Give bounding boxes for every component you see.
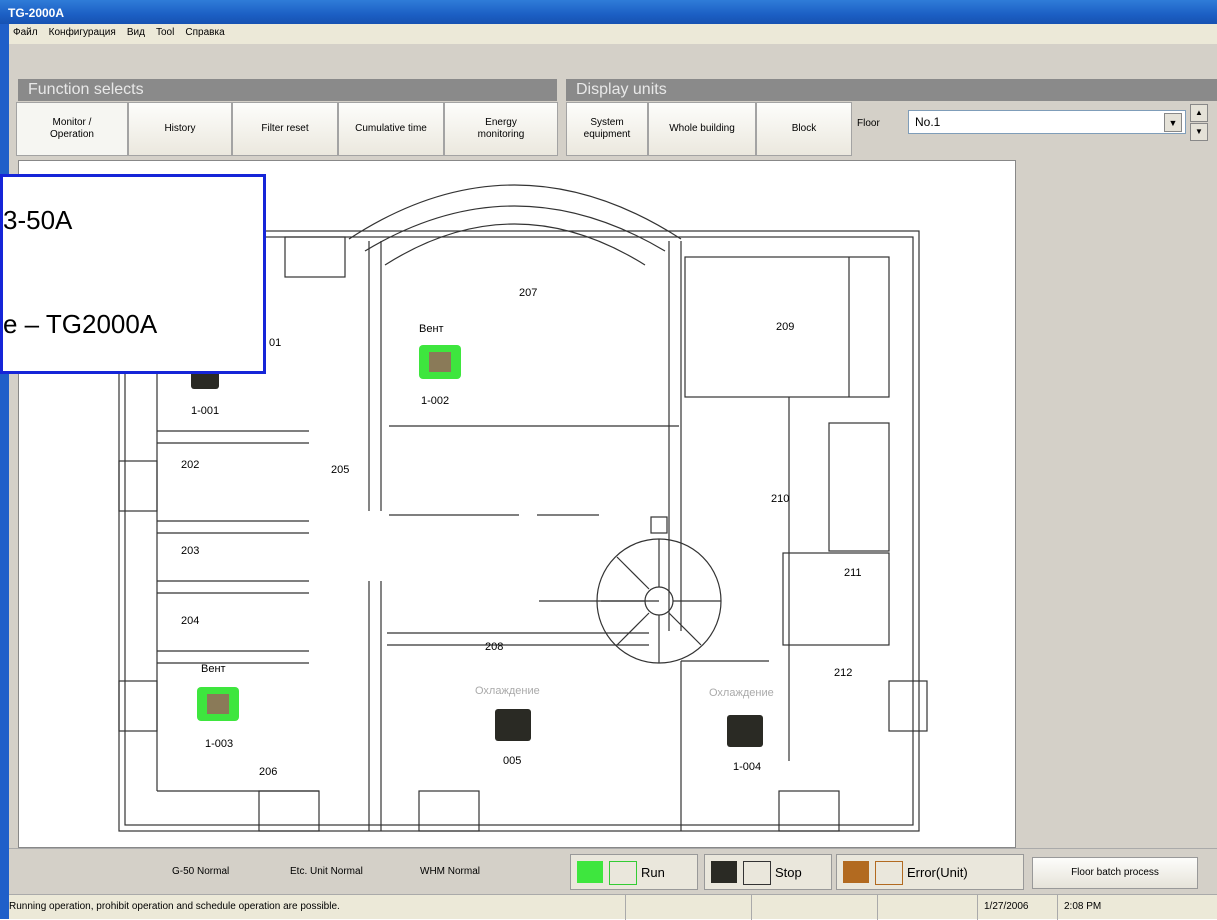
monitor-operation-label: Monitor / Operation	[50, 117, 94, 140]
unit-mode-1-002: Вент	[419, 323, 444, 335]
menu-tool[interactable]: Tool	[152, 24, 178, 38]
block-label: Block	[791, 123, 817, 134]
floor-label: Floor	[857, 118, 880, 129]
unit-label-1-003: 1-003	[205, 738, 234, 750]
system-equipment-label: System equipment	[583, 117, 631, 140]
unit-mode-1-003: Вент	[201, 663, 226, 675]
room-201: 01	[269, 337, 282, 349]
unit-label-005: 005	[503, 755, 522, 767]
room-209: 209	[776, 321, 795, 333]
overlay-line-2: e – TG2000A	[3, 309, 158, 339]
room-205: 205	[331, 464, 350, 476]
ac-unit-stop-icon	[495, 709, 531, 741]
status-date-text: 1/27/2006	[984, 901, 1029, 912]
ac-unit-stop-icon	[727, 715, 763, 747]
energy-monitoring-label: Energy monitoring	[477, 117, 525, 140]
unit-1-004[interactable]	[725, 713, 765, 749]
legend-stop: Stop	[704, 854, 832, 890]
floor-select-value: No.1	[915, 115, 941, 129]
unit-1-002[interactable]	[415, 343, 465, 381]
menu-file[interactable]: Файл	[9, 24, 42, 38]
unit-body	[207, 694, 229, 714]
room-202: 202	[181, 459, 200, 471]
function-selects-header: Function selects	[18, 79, 557, 101]
display-units-header: Display units	[566, 79, 1217, 101]
room-204: 204	[181, 615, 200, 627]
room-210: 210	[771, 493, 790, 505]
floor-down-icon[interactable]: ▼	[1190, 123, 1208, 141]
status-time-text: 2:08 PM	[1064, 901, 1102, 912]
unit-005[interactable]	[493, 707, 533, 743]
legend-stop-label: Stop	[775, 865, 802, 880]
unit-label-1-002: 1-002	[421, 395, 450, 407]
unit-label-1-001: 1-001	[191, 405, 220, 417]
status-cell-empty-2	[751, 895, 877, 920]
block-button[interactable]: Block	[756, 102, 852, 156]
menu-configuration[interactable]: Конфигурация	[45, 24, 120, 38]
window-frame-left	[0, 24, 9, 919]
legend-error-label: Error(Unit)	[907, 865, 968, 880]
chevron-down-icon[interactable]: ▼	[1164, 113, 1182, 132]
room-212: 212	[834, 667, 853, 679]
unit-1-003[interactable]	[193, 685, 243, 723]
room-207: 207	[519, 287, 538, 299]
room-206: 206	[259, 766, 278, 778]
energy-monitoring-button[interactable]: Energy monitoring	[444, 102, 558, 156]
status-cell-empty-3	[877, 895, 977, 920]
filter-reset-button[interactable]: Filter reset	[232, 102, 338, 156]
unit-mode-1-004: Охлаждение	[709, 687, 774, 699]
status-message: Running operation, prohibit operation an…	[9, 901, 340, 912]
room-211: 211	[844, 567, 862, 579]
whole-building-label: Whole building	[669, 123, 735, 134]
floor-batch-process-button[interactable]: Floor batch process	[1032, 857, 1198, 889]
status-date: 1/27/2006	[977, 895, 1057, 920]
error-icon	[843, 861, 869, 883]
history-label: History	[164, 123, 196, 134]
unit-label-1-004: 1-004	[733, 761, 762, 773]
menu-view[interactable]: Вид	[123, 24, 149, 38]
status-time: 2:08 PM	[1057, 895, 1217, 920]
error-outline-icon	[875, 861, 903, 885]
g50-status: G-50 Normal	[172, 866, 230, 877]
history-button[interactable]: History	[128, 102, 232, 156]
etc-unit-status: Etc. Unit Normal	[290, 866, 363, 877]
whm-status: WHM Normal	[420, 866, 480, 877]
legend-error: Error(Unit)	[836, 854, 1024, 890]
run-outline-icon	[609, 861, 637, 885]
monitor-operation-button[interactable]: Monitor / Operation	[16, 102, 128, 156]
menu-bar: Файл Конфигурация Вид Tool Справка	[9, 24, 1217, 44]
cumulative-time-button[interactable]: Cumulative time	[338, 102, 444, 156]
floor-select[interactable]: No.1	[908, 110, 1186, 134]
overlay-line-1: 3-50A	[3, 205, 73, 235]
run-icon	[577, 861, 603, 883]
whole-building-button[interactable]: Whole building	[648, 102, 756, 156]
status-bar: Running operation, prohibit operation an…	[9, 894, 1217, 920]
room-203: 203	[181, 545, 200, 557]
unit-body	[429, 352, 451, 372]
cumulative-time-label: Cumulative time	[355, 123, 427, 134]
right-panel	[1020, 160, 1217, 848]
status-cell-empty-1	[625, 895, 751, 920]
legend-run: Run	[570, 854, 698, 890]
annotation-overlay: 3-50A e – TG2000A	[0, 174, 266, 374]
unit-mode-005: Охлаждение	[475, 685, 540, 697]
filter-reset-label: Filter reset	[261, 123, 309, 134]
menu-help[interactable]: Справка	[181, 24, 228, 38]
stop-icon	[711, 861, 737, 883]
window-title: TG-2000A	[0, 0, 1217, 24]
legend-run-label: Run	[641, 865, 665, 880]
floor-up-icon[interactable]: ▲	[1190, 104, 1208, 122]
system-equipment-button[interactable]: System equipment	[566, 102, 648, 156]
room-208: 208	[485, 641, 504, 653]
stop-outline-icon	[743, 861, 771, 885]
